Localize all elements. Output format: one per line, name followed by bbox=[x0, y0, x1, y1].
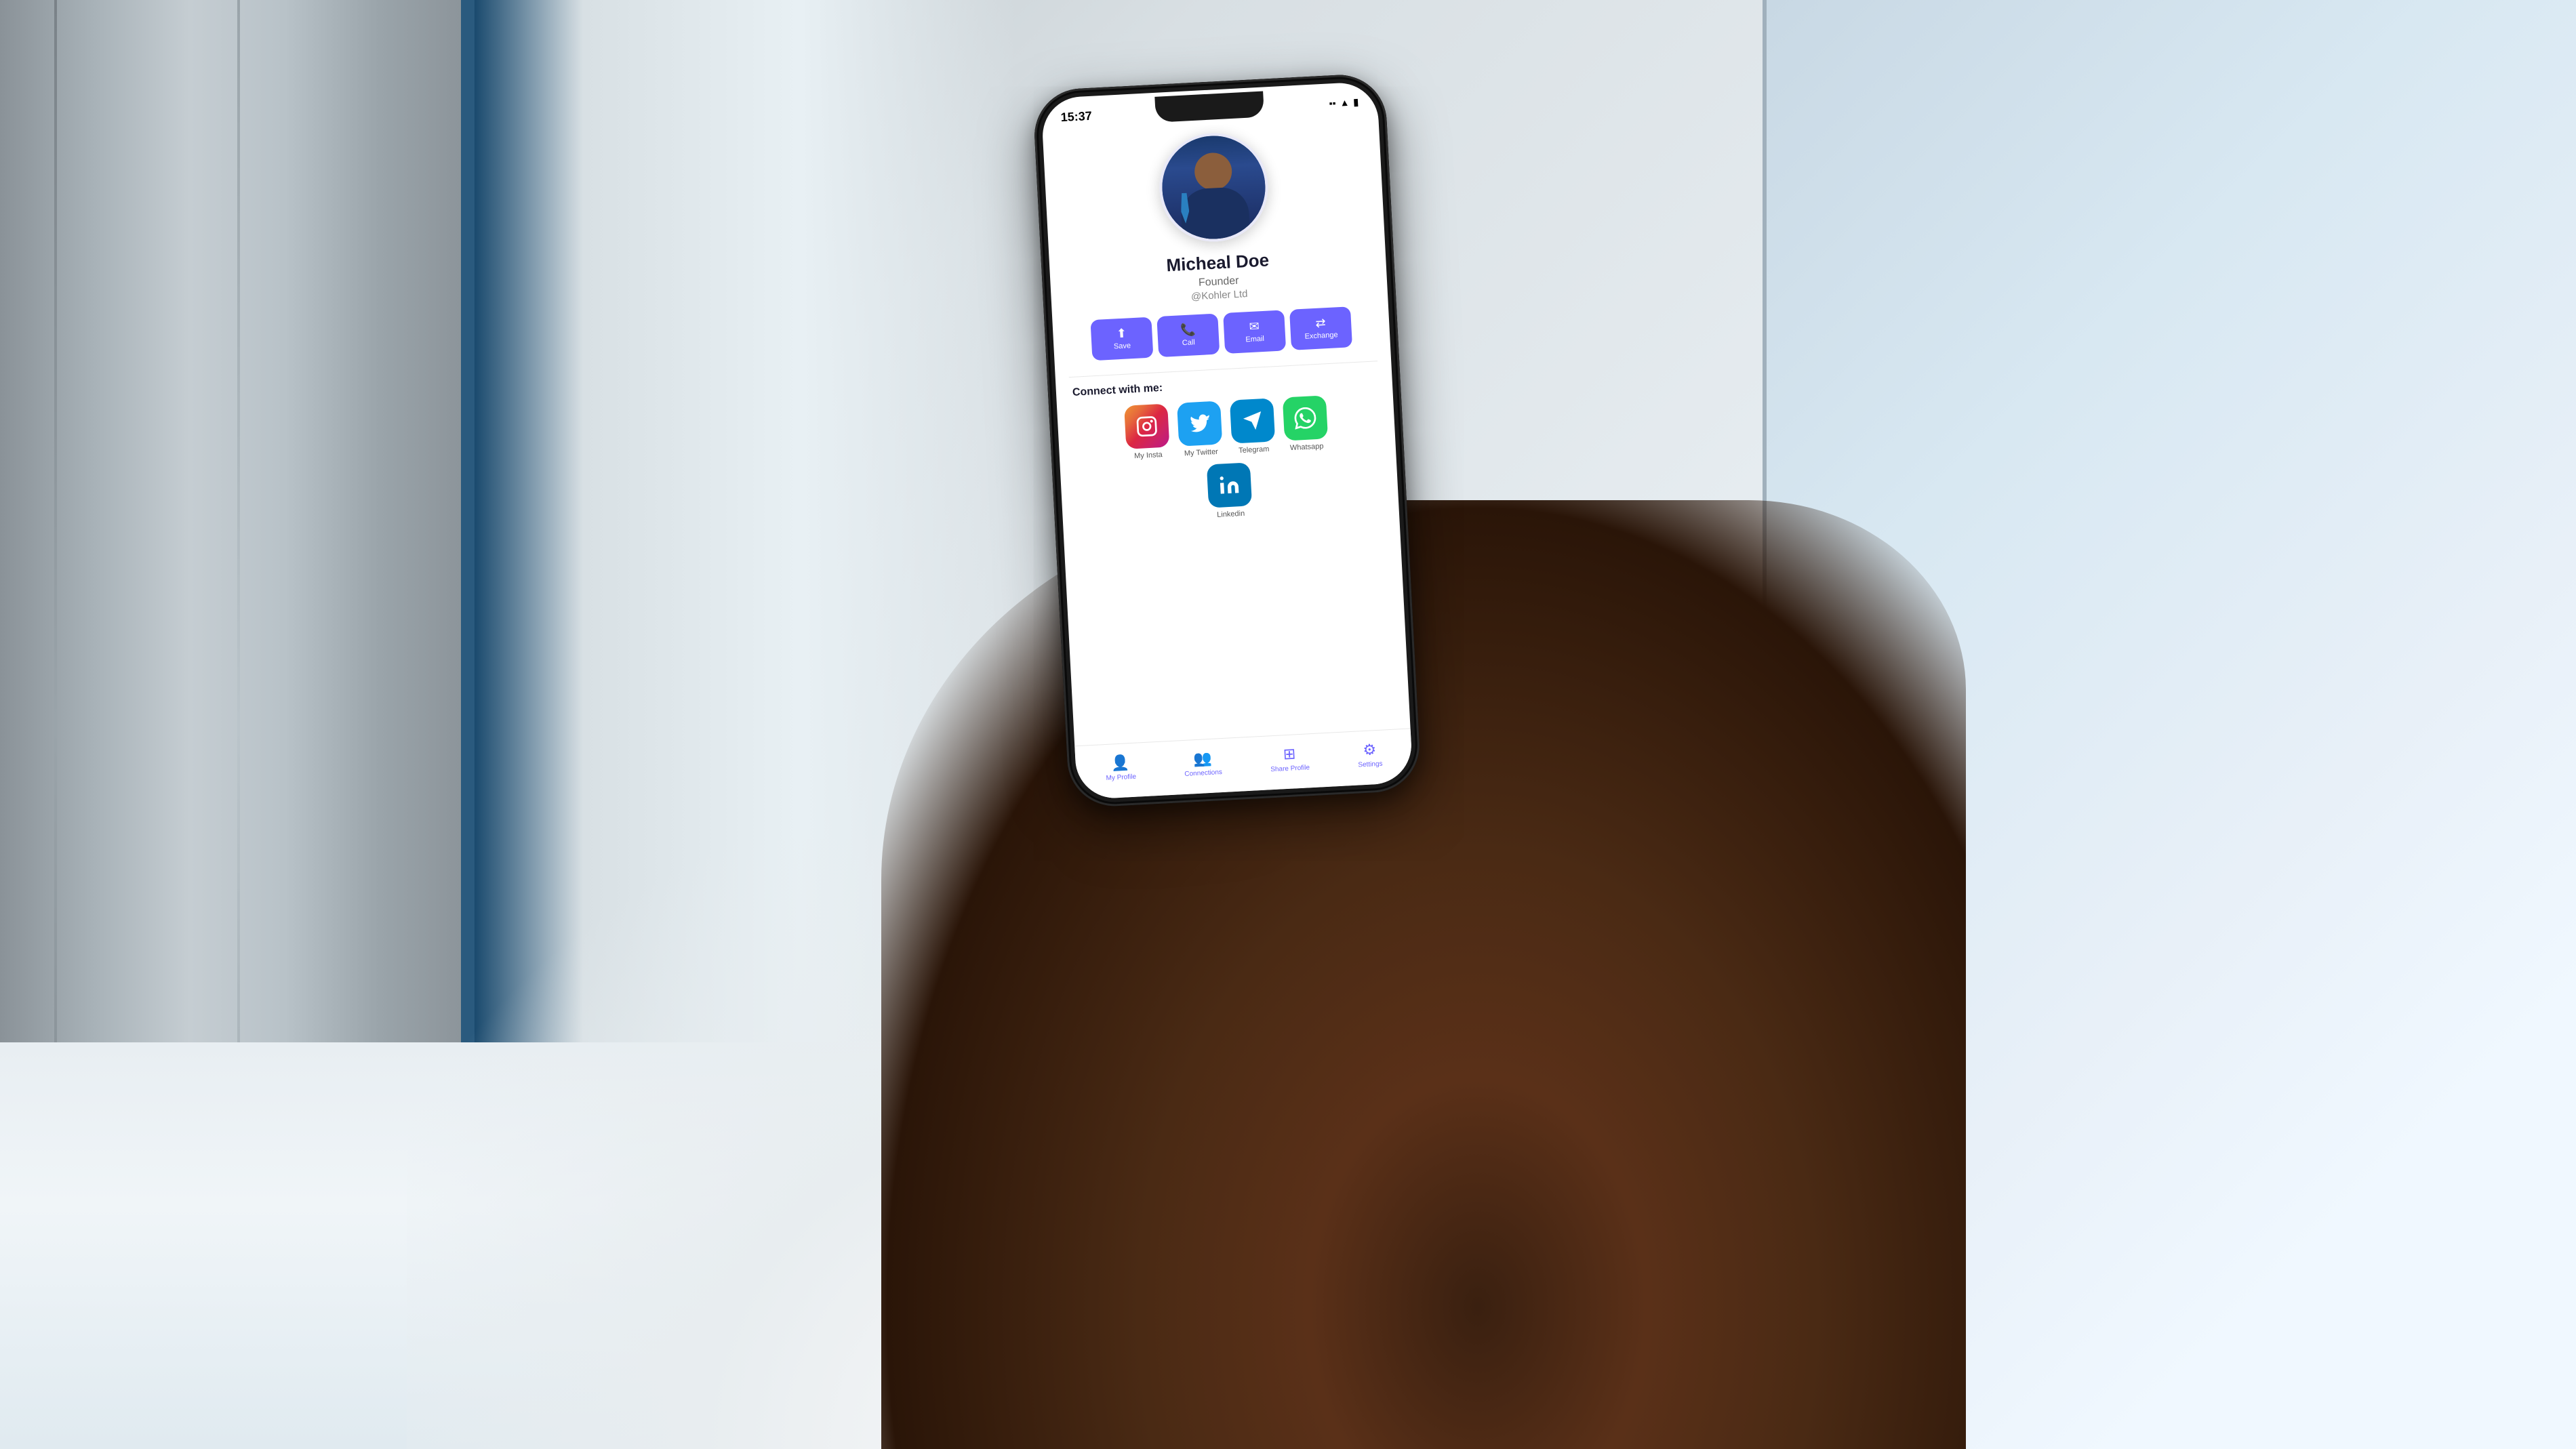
profile-name: Micheal Doe bbox=[1166, 249, 1270, 276]
email-icon: ✉ bbox=[1249, 320, 1260, 333]
window-right bbox=[1763, 0, 2576, 1449]
nav-item-my-profile[interactable]: 👤 My Profile bbox=[1105, 753, 1136, 781]
exchange-button[interactable]: ⇄ Exchange bbox=[1289, 306, 1352, 350]
social-item-twitter: My Twitter bbox=[1177, 401, 1223, 457]
telegram-icon[interactable] bbox=[1230, 398, 1275, 443]
call-label: Call bbox=[1182, 338, 1196, 347]
avatar bbox=[1156, 130, 1270, 244]
nav-item-connections[interactable]: 👥 Connections bbox=[1184, 749, 1223, 778]
phone-body: 15:37 ▪▪ ▲ ▮ bbox=[1032, 73, 1422, 809]
save-icon: ⬆ bbox=[1116, 327, 1127, 340]
twitter-icon[interactable] bbox=[1177, 401, 1222, 446]
save-button[interactable]: ⬆ Save bbox=[1090, 317, 1153, 361]
status-icons: ▪▪ ▲ ▮ bbox=[1329, 96, 1359, 109]
whatsapp-icon[interactable] bbox=[1283, 395, 1328, 441]
linkedin-icon[interactable] bbox=[1207, 462, 1252, 508]
call-button[interactable]: 📞 Call bbox=[1156, 313, 1220, 357]
nav-item-settings[interactable]: ⚙ Settings bbox=[1357, 740, 1383, 769]
social-row-1: My Insta My Twitter bbox=[1124, 395, 1329, 460]
status-time: 15:37 bbox=[1060, 108, 1092, 124]
action-buttons-row: ⬆ Save 📞 Call ✉ Email bbox=[1066, 305, 1377, 362]
call-icon: 📞 bbox=[1180, 323, 1196, 336]
social-item-whatsapp: Whatsapp bbox=[1283, 395, 1329, 452]
connections-nav-icon: 👥 bbox=[1193, 749, 1213, 767]
settings-nav-icon: ⚙ bbox=[1363, 741, 1377, 759]
social-item-telegram: Telegram bbox=[1230, 398, 1276, 455]
email-button[interactable]: ✉ Email bbox=[1223, 310, 1286, 354]
signal-icon: ▪▪ bbox=[1329, 98, 1336, 108]
connect-label: Connect with me: bbox=[1070, 371, 1379, 399]
linkedin-label: Linkedin bbox=[1217, 510, 1245, 519]
share-nav-icon: ⊞ bbox=[1283, 745, 1296, 763]
social-item-instagram: My Insta bbox=[1124, 404, 1170, 461]
email-label: Email bbox=[1245, 335, 1264, 344]
profile-title: Founder bbox=[1199, 275, 1239, 289]
avatar-image bbox=[1160, 134, 1268, 242]
twitter-label: My Twitter bbox=[1184, 448, 1218, 458]
save-label: Save bbox=[1114, 342, 1131, 350]
phone-device: 15:37 ▪▪ ▲ ▮ bbox=[1032, 73, 1422, 809]
settings-nav-label: Settings bbox=[1358, 760, 1383, 769]
floor-center bbox=[407, 839, 1763, 1449]
social-row-2: Linkedin bbox=[1207, 462, 1253, 519]
profile-content: Micheal Doe Founder @Kohler Ltd ⬆ Save 📞 bbox=[1043, 117, 1399, 535]
telegram-label: Telegram bbox=[1239, 445, 1270, 455]
phone-screen: 15:37 ▪▪ ▲ ▮ bbox=[1041, 81, 1413, 800]
whatsapp-label: Whatsapp bbox=[1290, 443, 1324, 453]
connections-nav-label: Connections bbox=[1184, 769, 1222, 778]
profile-nav-label: My Profile bbox=[1106, 773, 1136, 781]
profile-nav-icon: 👤 bbox=[1110, 754, 1130, 772]
instagram-icon[interactable] bbox=[1124, 404, 1169, 449]
instagram-label: My Insta bbox=[1134, 451, 1163, 460]
avatar-body bbox=[1180, 186, 1251, 241]
avatar-face bbox=[1193, 152, 1232, 191]
social-item-linkedin: Linkedin bbox=[1207, 462, 1253, 519]
exchange-label: Exchange bbox=[1304, 331, 1337, 341]
exchange-icon: ⇄ bbox=[1315, 317, 1326, 329]
profile-company: @Kohler Ltd bbox=[1191, 288, 1248, 302]
wifi-icon: ▲ bbox=[1340, 97, 1350, 108]
nav-item-share-profile[interactable]: ⊞ Share Profile bbox=[1269, 744, 1310, 773]
battery-icon: ▮ bbox=[1353, 96, 1359, 108]
share-nav-label: Share Profile bbox=[1270, 764, 1310, 773]
avatar-tie bbox=[1180, 192, 1190, 224]
